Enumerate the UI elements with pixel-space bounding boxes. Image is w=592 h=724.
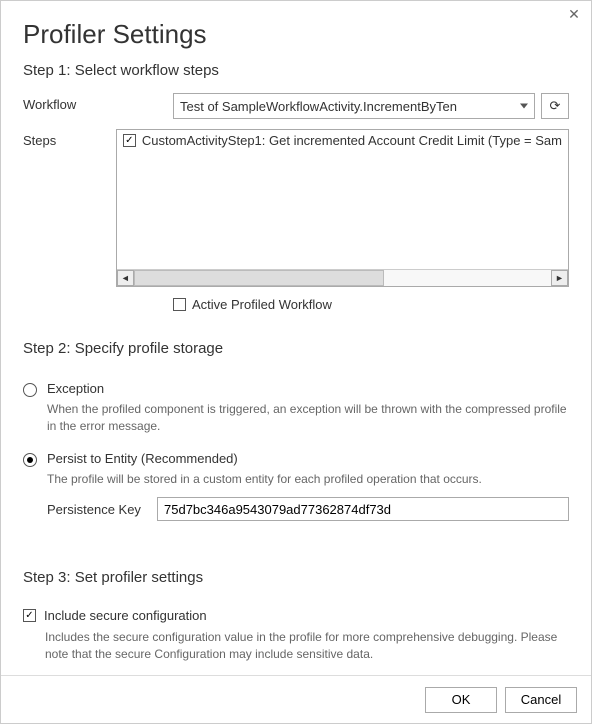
scroll-track[interactable] xyxy=(134,270,551,286)
exception-radio[interactable] xyxy=(23,383,37,397)
include-secure-desc: Includes the secure configuration value … xyxy=(45,629,569,663)
scroll-right-button[interactable]: ► xyxy=(551,270,568,286)
steps-label: Steps xyxy=(23,129,116,148)
step-item-text: CustomActivityStep1: Get incremented Acc… xyxy=(142,133,562,148)
include-secure-checkbox[interactable] xyxy=(23,609,36,622)
page-title: Profiler Settings xyxy=(23,19,569,50)
steps-listbox[interactable]: CustomActivityStep1: Get incremented Acc… xyxy=(116,129,569,287)
workflow-select[interactable]: Test of SampleWorkflowActivity.Increment… xyxy=(173,93,535,119)
refresh-button[interactable]: ⟳ xyxy=(541,93,569,119)
cancel-button[interactable]: Cancel xyxy=(505,687,577,713)
scroll-thumb[interactable] xyxy=(134,270,384,286)
exception-radio-label: Exception xyxy=(47,381,104,396)
persist-radio-label: Persist to Entity (Recommended) xyxy=(47,451,238,466)
scroll-left-button[interactable]: ◄ xyxy=(117,270,134,286)
ok-button[interactable]: OK xyxy=(425,687,497,713)
step1-title: Step 1: Select workflow steps xyxy=(23,62,569,79)
persistence-key-input[interactable] xyxy=(157,497,569,521)
exception-desc: When the profiled component is triggered… xyxy=(47,401,569,435)
step-checkbox[interactable] xyxy=(123,134,136,147)
refresh-icon: ⟳ xyxy=(550,98,561,114)
step2-title: Step 2: Specify profile storage xyxy=(23,340,569,357)
persist-desc: The profile will be stored in a custom e… xyxy=(47,471,569,488)
close-icon[interactable]: ✕ xyxy=(565,5,583,23)
active-profiled-label: Active Profiled Workflow xyxy=(192,297,332,312)
include-secure-label: Include secure configuration xyxy=(44,608,207,623)
active-profiled-checkbox[interactable] xyxy=(173,298,186,311)
horizontal-scrollbar[interactable]: ◄ ► xyxy=(117,269,568,286)
persist-radio[interactable] xyxy=(23,453,37,467)
chevron-down-icon xyxy=(520,104,528,109)
persistence-key-label: Persistence Key xyxy=(47,502,147,517)
dialog-footer: OK Cancel xyxy=(1,675,591,723)
step3-title: Step 3: Set profiler settings xyxy=(23,569,569,586)
list-item[interactable]: CustomActivityStep1: Get incremented Acc… xyxy=(117,130,568,151)
workflow-value: Test of SampleWorkflowActivity.Increment… xyxy=(180,99,457,114)
workflow-label: Workflow xyxy=(23,93,173,112)
